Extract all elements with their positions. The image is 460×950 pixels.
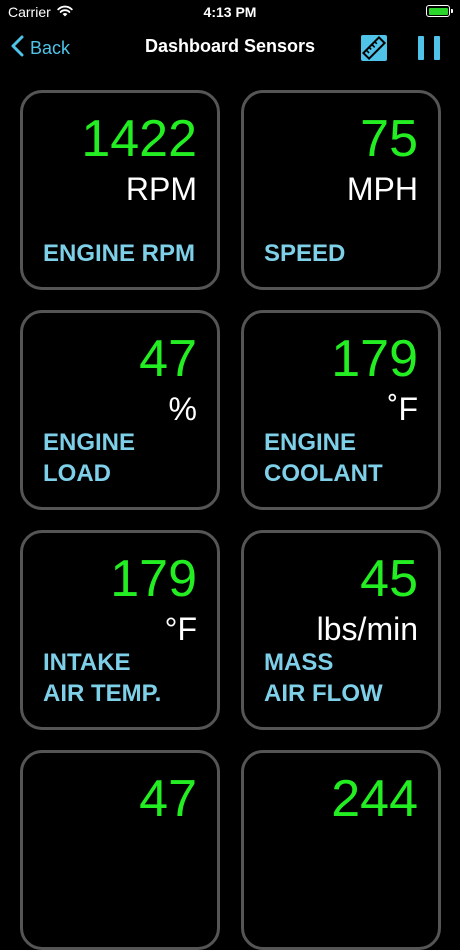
sensor-unit: RPM (125, 171, 197, 207)
ruler-button[interactable] (360, 34, 388, 62)
page-title: Dashboard Sensors (144, 36, 316, 56)
sensor-label: ENGINE COOLANT (264, 427, 383, 489)
sensor-tile-engine-rpm[interactable]: 1422 RPM ENGINE RPM (20, 90, 220, 290)
sensor-label: INTAKE AIR TEMP. (43, 647, 161, 709)
sensor-label: ENGINE RPM (43, 238, 195, 269)
sensor-tile-engine-coolant[interactable]: 179 ˚F ENGINE COOLANT (241, 310, 441, 510)
sensor-label-line: ENGINE (264, 428, 357, 456)
sensor-value: 179 (110, 550, 197, 608)
sensor-unit: % (168, 391, 197, 427)
pause-icon (418, 36, 440, 60)
nav-bar: Back Dashboard Sensors (0, 26, 460, 70)
pause-bar-right (434, 36, 440, 60)
sensor-label: MASS AIR FLOW (264, 647, 383, 709)
pause-bar-left (418, 36, 424, 60)
sensor-value: 75 (360, 110, 418, 168)
sensor-label-line: ENGINE RPM (43, 239, 196, 267)
sensor-value: 179 (331, 330, 418, 388)
sensor-unit: lbs/min (316, 611, 418, 647)
sensor-grid: 1422 RPM ENGINE RPM 75 MPH SPEED 47 % EN… (20, 90, 442, 950)
sensor-tile-intake-air-temp[interactable]: 179 °F INTAKE AIR TEMP. (20, 530, 220, 730)
sensor-label: SPEED (264, 238, 345, 269)
sensor-label-line: INTAKE (43, 648, 131, 676)
sensor-label-line: ENGINE (43, 428, 136, 456)
sensor-unit: ˚F (387, 391, 418, 427)
pause-button[interactable] (418, 36, 440, 60)
sensor-unit: MPH (346, 171, 418, 207)
sensor-tile-speed[interactable]: 75 MPH SPEED (241, 90, 441, 290)
sensor-label-line: MASS (264, 648, 334, 676)
sensor-label-line: AIR TEMP. (43, 679, 162, 707)
sensor-label-line: LOAD (43, 459, 111, 487)
sensor-value: 47 (139, 330, 197, 388)
sensor-value: 244 (331, 770, 418, 828)
sensor-tile-mass-air-flow[interactable]: 45 lbs/min MASS AIR FLOW (241, 530, 441, 730)
sensor-label-line: COOLANT (264, 459, 383, 487)
status-time: 4:13 PM (203, 4, 257, 20)
sensor-value: 45 (360, 550, 418, 608)
sensor-unit: °F (164, 611, 197, 647)
status-right (426, 5, 453, 17)
sensor-value: 47 (139, 770, 197, 828)
battery-icon (426, 5, 453, 17)
ruler-icon (360, 35, 388, 66)
sensor-value: 1422 (81, 110, 197, 168)
sensor-label: ENGINE LOAD (43, 427, 135, 489)
sensor-label-line: SPEED (264, 239, 346, 267)
sensor-tile-engine-load[interactable]: 47 % ENGINE LOAD (20, 310, 220, 510)
sensor-tile-partial-left[interactable]: 47 (20, 750, 220, 950)
sensor-tile-partial-right[interactable]: 244 (241, 750, 441, 950)
status-bar: Carrier 4:13 PM (0, 0, 460, 24)
battery-fill (428, 7, 448, 15)
sensor-label-line: AIR FLOW (264, 679, 383, 707)
